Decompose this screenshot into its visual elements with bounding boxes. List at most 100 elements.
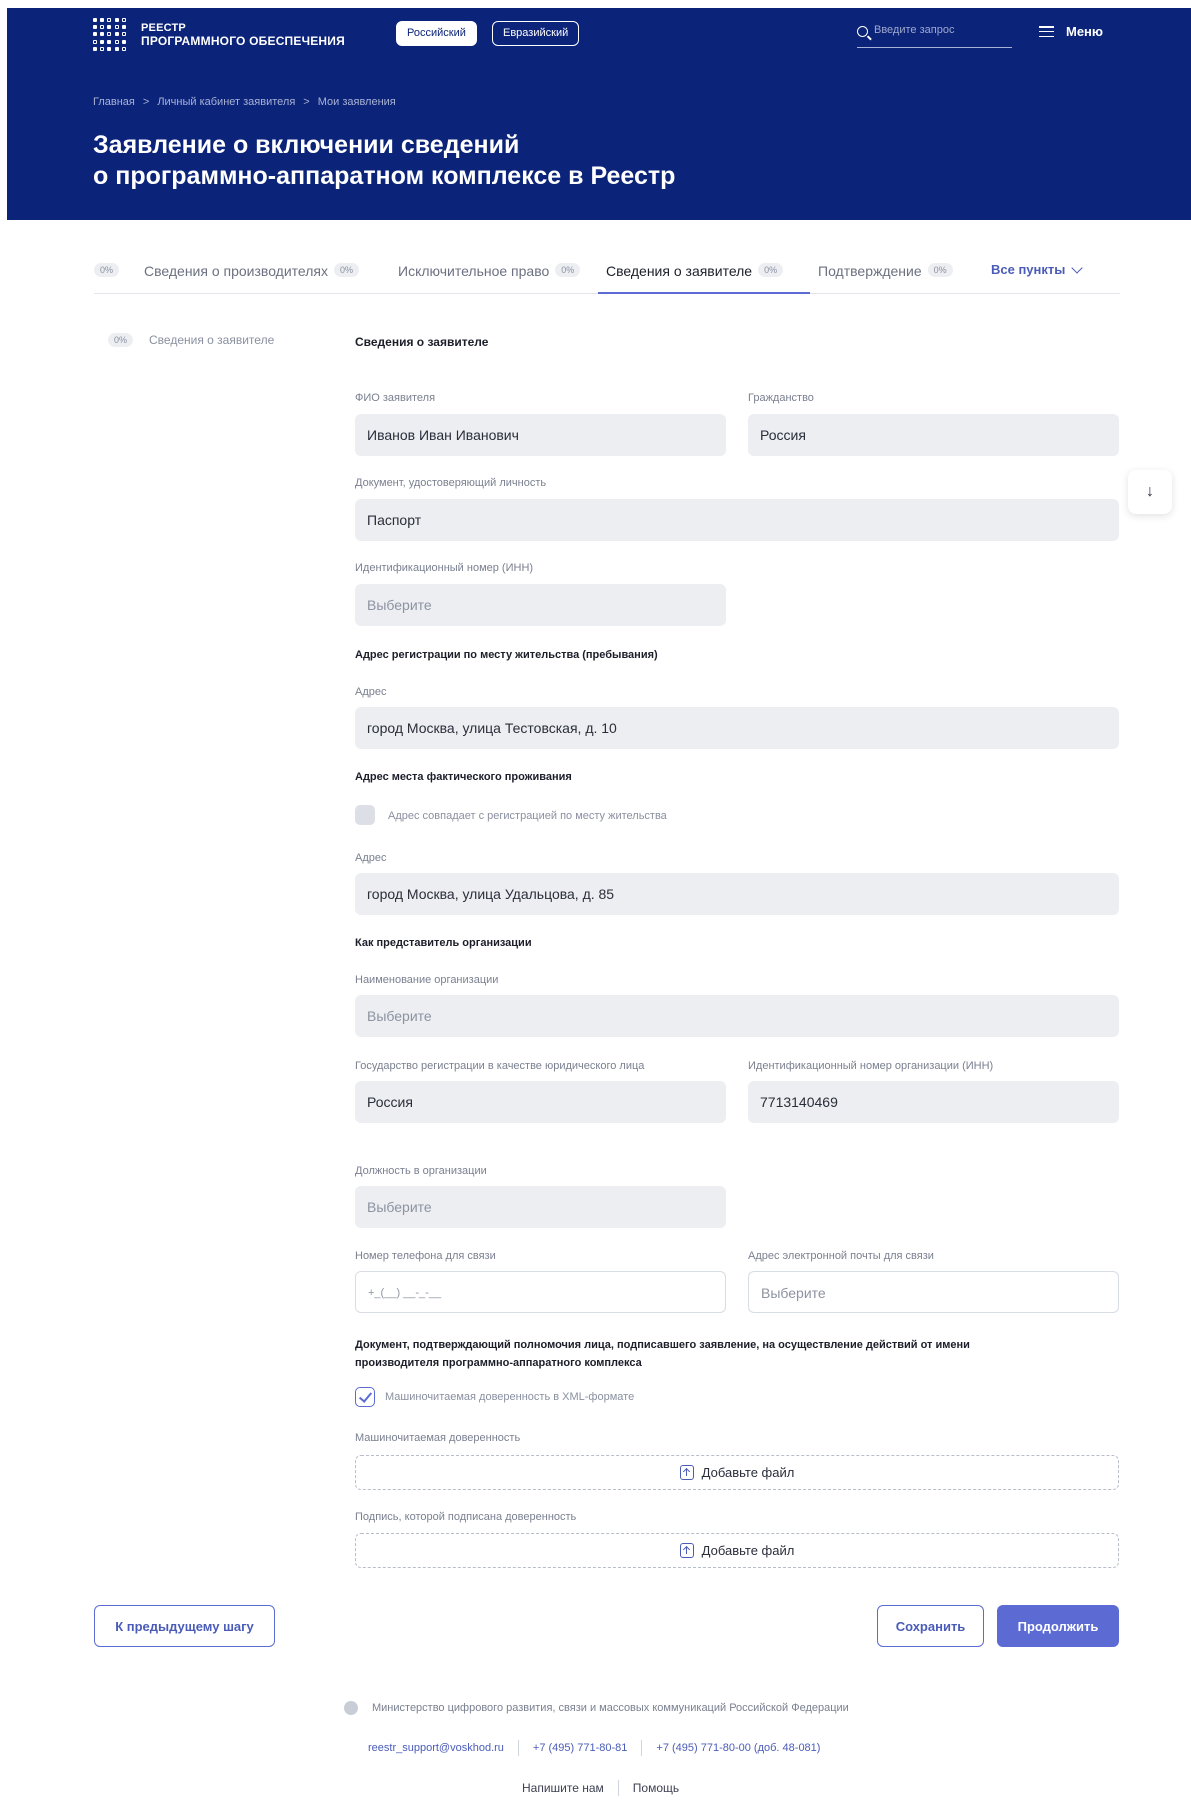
breadcrumb-applications[interactable]: Мои заявления (318, 96, 396, 108)
save-button[interactable]: Сохранить (877, 1605, 984, 1647)
xml-poa-checkbox[interactable] (355, 1387, 375, 1407)
footer-links: Напишите нам Помощь (522, 1780, 679, 1796)
reg-state-label: Государство регистрации в качестве юриди… (355, 1060, 645, 1072)
registration-address-label: Адрес (355, 686, 387, 698)
tab-confirmation[interactable]: Подтверждение 0% (818, 258, 959, 293)
arrow-down-icon: ↓ (1146, 483, 1154, 500)
actual-address-field[interactable]: город Москва, улица Удальцова, д. 85 (355, 873, 1119, 915)
fio-field[interactable]: Иванов Иван Иванович (355, 414, 726, 456)
phone-label: Номер телефона для связи (355, 1250, 496, 1262)
tab-label: Подтверждение (818, 263, 922, 279)
registry-logo[interactable]: РЕЕСТР ПРОГРАММНОГО ОБЕСПЕЧЕНИЯ (93, 18, 345, 52)
org-inn-field[interactable]: 7713140469 (748, 1081, 1119, 1123)
page-title: Заявление о включении сведений о програм… (93, 130, 675, 192)
tab-exclusive-right[interactable]: Исключительное право 0% (398, 258, 586, 293)
inn-field[interactable]: Выберите (355, 584, 726, 626)
phone-ext-link[interactable]: +7 (495) 771-80-00 (доб. 48-081) (656, 1742, 820, 1754)
search-input[interactable]: Введите запрос (857, 24, 1012, 48)
same-address-checkbox[interactable] (355, 805, 375, 825)
org-name-label: Наименование организации (355, 974, 499, 986)
same-address-label: Адрес совпадает с регистрацией по месту … (388, 810, 667, 822)
tab-label: Сведения о производителях (144, 263, 328, 279)
progress-badge: 0% (334, 263, 360, 277)
citizenship-field[interactable]: Россия (748, 414, 1119, 456)
signature-upload-area[interactable]: Добавьте файл (355, 1533, 1119, 1568)
tab-manufacturers[interactable]: Сведения о производителях 0% (144, 258, 365, 293)
progress-badge: 0% (758, 263, 784, 277)
poa-upload-area[interactable]: Добавьте файл (355, 1455, 1119, 1490)
tab-label: Сведения о заявителе (606, 263, 753, 279)
progress-badge: 0% (108, 333, 134, 347)
footer-contacts: reestr_support@voskhod.ru +7 (495) 771-8… (368, 1740, 820, 1756)
breadcrumb-separator: > (303, 96, 310, 108)
scroll-down-button[interactable]: ↓ (1128, 470, 1172, 514)
write-us-link[interactable]: Напишите нам (522, 1781, 604, 1795)
signature-upload-label: Добавьте файл (701, 1543, 795, 1558)
reg-state-field[interactable]: Россия (355, 1081, 726, 1123)
divider (617, 1780, 619, 1796)
ministry-line: Министерство цифрового развития, связи и… (344, 1701, 849, 1715)
id-document-label: Документ, удостоверяющий личность (355, 477, 547, 489)
emblem-icon (344, 1701, 358, 1715)
registration-address-title: Адрес регистрации по месту жительства (п… (355, 649, 658, 661)
phone-input[interactable]: +_(__) __-_-__ (355, 1271, 726, 1313)
ministry-name: Министерство цифрового развития, связи и… (372, 1702, 849, 1714)
breadcrumb: Главная > Личный кабинет заявителя > Мои… (93, 96, 396, 108)
actual-address-title: Адрес места фактического проживания (355, 771, 572, 783)
progress-badge: 0% (555, 263, 581, 277)
page-title-line2: о программно-аппаратном комплексе в Реес… (93, 162, 676, 190)
authority-document-title: Документ, подтверждающий полномочия лица… (355, 1336, 970, 1372)
breadcrumb-cabinet[interactable]: Личный кабинет заявителя (157, 96, 295, 108)
previous-step-button[interactable]: К предыдущему шагу (94, 1605, 275, 1647)
help-link[interactable]: Помощь (633, 1781, 679, 1795)
tab-label: Исключительное право (398, 263, 550, 279)
registry-russian-toggle[interactable]: Российский (396, 21, 477, 46)
poa-label: Машиночитаемая доверенность (355, 1432, 521, 1444)
step-tabs: 0% Сведения о производителях 0% Исключит… (94, 258, 1120, 294)
progress-badge: 0% (927, 263, 953, 277)
upload-icon (679, 1465, 694, 1480)
menu-label: Меню (1066, 24, 1104, 39)
poa-upload-label: Добавьте файл (701, 1465, 795, 1480)
org-representative-title: Как представитель организации (355, 937, 532, 949)
divider (641, 1740, 643, 1756)
menu-button[interactable]: Меню (1039, 24, 1103, 39)
xml-poa-label: Машиночитаемая доверенность в XML-формат… (385, 1391, 635, 1403)
page-title-line1: Заявление о включении сведений (93, 131, 520, 159)
section-title: Сведения о заявителе (355, 335, 489, 349)
registry-eurasian-toggle[interactable]: Евразийский (492, 21, 580, 46)
registry-logo-icon (93, 18, 127, 52)
inn-label: Идентификационный номер (ИНН) (355, 562, 534, 574)
continue-button[interactable]: Продолжить (997, 1605, 1119, 1647)
authority-title-line2: производителя программно-аппаратного ком… (355, 1357, 642, 1369)
position-label: Должность в организации (355, 1165, 487, 1177)
phone-link[interactable]: +7 (495) 771-80-81 (533, 1742, 627, 1754)
org-name-field[interactable]: Выберите (355, 995, 1119, 1037)
email-input[interactable]: Выберите (748, 1271, 1119, 1313)
logo-line2: ПРОГРАММНОГО ОБЕСПЕЧЕНИЯ (141, 34, 345, 48)
progress-badge: 0% (94, 263, 120, 277)
registration-address-field[interactable]: город Москва, улица Тестовская, д. 10 (355, 707, 1119, 749)
sidebar-item-applicant[interactable]: 0% Сведения о заявителе (108, 333, 274, 347)
tab-first-pct[interactable]: 0% (94, 258, 125, 293)
search-icon (857, 26, 868, 37)
id-document-field[interactable]: Паспорт (355, 499, 1119, 541)
tab-applicant-info[interactable]: Сведения о заявителе 0% (598, 258, 810, 294)
email-label: Адрес электронной почты для связи (748, 1250, 934, 1262)
breadcrumb-separator: > (142, 96, 150, 108)
all-steps-dropdown[interactable]: Все пункты (991, 261, 1084, 277)
sidebar-item-label: Сведения о заявителе (149, 333, 275, 347)
position-field[interactable]: Выберите (355, 1186, 726, 1228)
actual-address-label: Адрес (355, 852, 387, 864)
divider (517, 1740, 519, 1756)
all-steps-label: Все пункты (991, 262, 1066, 277)
citizenship-label: Гражданство (748, 392, 814, 404)
authority-title-line1: Документ, подтверждающий полномочия лица… (355, 1339, 970, 1351)
menu-icon (1039, 26, 1054, 37)
upload-icon (679, 1543, 694, 1558)
signature-label: Подпись, которой подписана доверенность (355, 1511, 577, 1523)
support-email-link[interactable]: reestr_support@voskhod.ru (368, 1742, 504, 1754)
breadcrumb-home[interactable]: Главная (93, 96, 135, 108)
chevron-down-icon (1071, 261, 1084, 274)
fio-label: ФИО заявителя (355, 392, 436, 404)
